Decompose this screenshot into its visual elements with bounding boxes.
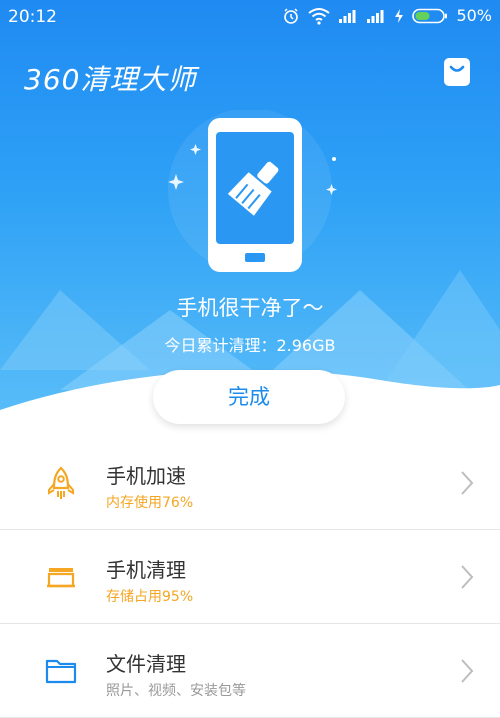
app-bar: 360清理大师 <box>0 44 500 104</box>
hero-banner: 20:12 50% 360清理大师 手机很干净了～ 今日累计清理：2.96GB <box>0 0 500 420</box>
signal-icon <box>367 9 384 23</box>
battery-percent: 50% <box>456 6 492 25</box>
charging-icon <box>395 8 404 23</box>
done-button[interactable]: 完成 <box>153 370 345 424</box>
list-item-subtitle: 照片、视频、安装包等 <box>106 683 246 699</box>
list-item-title: 手机加速 <box>106 464 186 488</box>
battery-icon <box>412 8 448 23</box>
list-item-phone-clean[interactable]: 手机清理 存储占用95% <box>0 530 500 624</box>
list-item-subtitle: 存储占用95% <box>106 589 194 605</box>
app-title: 360清理大师 <box>24 63 197 96</box>
list-item-title: 手机清理 <box>106 558 186 582</box>
clean-status-message: 手机很干净了～ <box>176 296 324 320</box>
chevron-right-icon <box>461 565 474 589</box>
wifi-icon <box>308 7 331 25</box>
signal-icon <box>339 9 356 23</box>
phone-clean-illustration <box>168 110 337 272</box>
alarm-icon <box>284 7 299 24</box>
shopping-bag-icon[interactable] <box>442 56 472 88</box>
chevron-right-icon <box>461 659 474 683</box>
feature-list: 手机加速 内存使用76% 手机清理 存储占用95% 文件清理 照片、视频、安装包… <box>0 436 500 718</box>
storage-icon <box>47 568 75 588</box>
list-item-file-clean[interactable]: 文件清理 照片、视频、安装包等 <box>0 624 500 718</box>
status-icons: 50% <box>282 6 492 25</box>
list-item-title: 文件清理 <box>106 652 186 676</box>
list-item-subtitle: 内存使用76% <box>106 495 194 511</box>
list-item-phone-boost[interactable]: 手机加速 内存使用76% <box>0 436 500 530</box>
chevron-right-icon <box>461 471 474 495</box>
cleaned-total: 今日累计清理：2.96GB <box>164 336 336 355</box>
status-bar: 20:12 50% <box>0 0 500 36</box>
status-time: 20:12 <box>8 7 57 27</box>
folder-icon <box>45 659 77 684</box>
rocket-icon <box>48 466 74 499</box>
